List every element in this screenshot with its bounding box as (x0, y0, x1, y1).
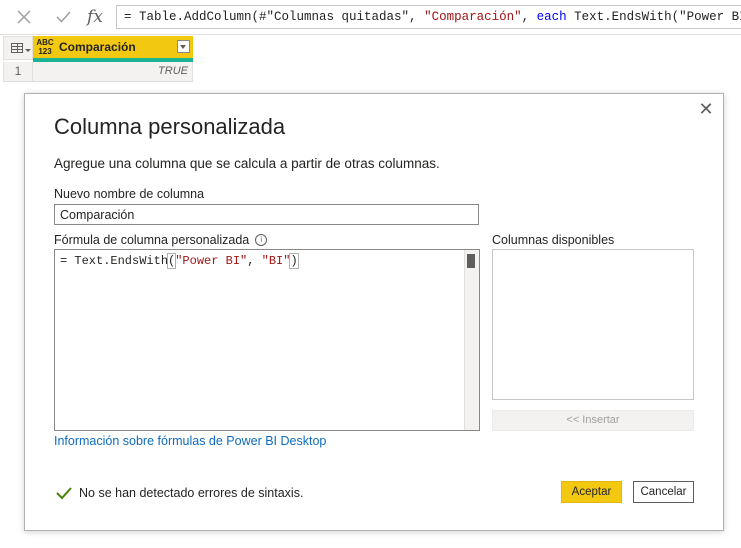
scrollbar-thumb[interactable] (467, 254, 475, 268)
commit-edit-icon[interactable] (52, 5, 74, 29)
column-name-label: Nuevo nombre de columna (54, 187, 205, 201)
formula-bar: fx = Table.AddColumn(#"Columnas quitadas… (0, 0, 741, 35)
insert-button[interactable]: << Insertar (492, 410, 694, 431)
info-icon[interactable]: i (255, 234, 268, 246)
ok-button[interactable]: Aceptar (561, 481, 622, 503)
row-number: 1 (3, 62, 33, 82)
formula-help-link[interactable]: Información sobre fórmulas de Power BI D… (54, 434, 326, 448)
available-columns-label: Columnas disponibles (492, 233, 615, 247)
cancel-button[interactable]: Cancelar (633, 481, 694, 503)
editor-scrollbar[interactable] (464, 250, 479, 430)
custom-column-dialog: ✕ Columna personalizada Agregue una colu… (24, 93, 724, 531)
dialog-description: Agregue una columna que se calcula a par… (54, 156, 440, 171)
available-columns-list[interactable] (492, 249, 694, 400)
dialog-title: Columna personalizada (54, 114, 286, 139)
column-header[interactable]: ABC 123 Comparación (33, 36, 193, 60)
syntax-status: No se han detectado errores de sintaxis. (56, 486, 303, 500)
fx-icon[interactable]: fx (84, 5, 106, 29)
column-filter-button[interactable] (177, 40, 190, 53)
column-name-input[interactable] (54, 204, 479, 225)
type-any-icon[interactable]: ABC 123 (36, 38, 54, 56)
formula-label: Fórmula de columna personalizada i (54, 233, 268, 247)
formula-editor[interactable]: = Text.EndsWith("Power BI", "BI") (54, 249, 480, 431)
check-icon (56, 487, 72, 500)
table-cell[interactable]: TRUE (33, 62, 193, 82)
cancel-edit-icon[interactable] (13, 5, 35, 29)
table-menu-button[interactable] (3, 36, 33, 60)
formula-input[interactable]: = Table.AddColumn(#"Columnas quitadas", … (116, 5, 741, 29)
close-icon[interactable]: ✕ (697, 100, 715, 118)
formula-text[interactable]: = Text.EndsWith("Power BI", "BI") (60, 253, 299, 269)
chevron-down-icon (25, 49, 31, 52)
table-icon (11, 43, 23, 53)
column-name: Comparación (59, 40, 136, 54)
status-text: No se han detectado errores de sintaxis. (79, 486, 304, 500)
